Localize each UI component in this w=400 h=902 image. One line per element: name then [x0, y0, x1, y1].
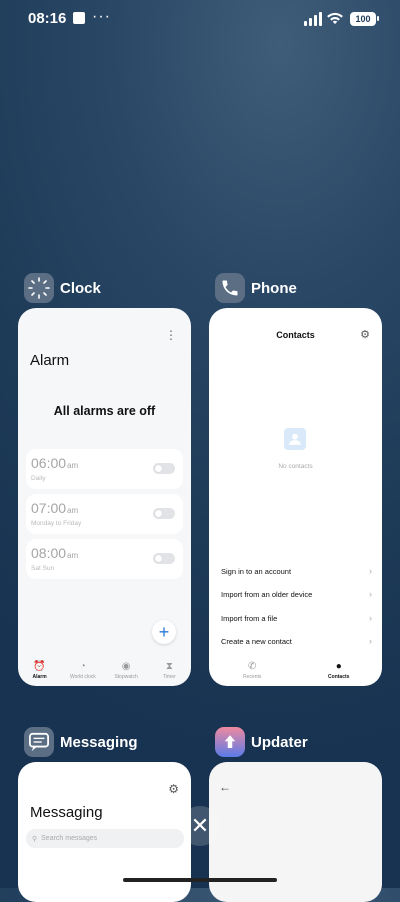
stopwatch-icon: ◉ [121, 661, 131, 672]
phone-app-header[interactable]: Phone [215, 273, 297, 303]
alarms-status-text: All alarms are off [53, 404, 156, 418]
message-icon [24, 727, 54, 757]
alarm-icon: ⏰ [33, 661, 46, 672]
tab-label: Alarm [32, 674, 47, 680]
create-contact-option[interactable]: Create a new contact › [221, 634, 372, 648]
tab-stopwatch[interactable]: ◉ Stopwatch [106, 661, 146, 681]
alarm-repeat: Sat Sun [31, 565, 55, 572]
tab-label: Recents [243, 674, 262, 680]
updater-app-title: Updater [251, 733, 308, 751]
messaging-screen-title: Messaging [30, 804, 103, 821]
import-file-option[interactable]: Import from a file › [221, 611, 372, 625]
search-placeholder: Search messages [41, 835, 98, 842]
add-alarm-button[interactable]: + [152, 620, 176, 644]
tab-timer[interactable]: ⧗ Timer [149, 661, 189, 681]
person-icon: ● [335, 661, 342, 672]
alarm-time: 06:00am [31, 455, 79, 471]
phone-bottom-nav: ✆ Recents ● Contacts [209, 661, 382, 681]
tab-label: Timer [163, 674, 176, 680]
tab-world-clock[interactable]: ◔ World clock [63, 661, 103, 681]
clock-app-card[interactable]: ⋮ Alarm All alarms are off 06:00am Daily… [18, 308, 191, 686]
alarm-toggle[interactable] [153, 553, 175, 564]
tab-contacts[interactable]: ● Contacts [319, 661, 359, 681]
tab-label: World clock [70, 674, 96, 680]
notification-icon [73, 12, 85, 24]
alarm-item[interactable]: 08:00am Sat Sun [26, 539, 183, 579]
world-clock-icon: ◔ [79, 661, 86, 672]
option-label: Create a new contact [221, 636, 292, 646]
updater-app-header[interactable]: Updater [215, 727, 308, 757]
messaging-app-header[interactable]: Messaging [24, 727, 138, 757]
more-notifications-icon: ··· [92, 8, 111, 25]
more-options-icon[interactable]: ⋮ [165, 328, 177, 342]
alarm-toggle[interactable] [153, 463, 175, 474]
clock-app-title: Clock [60, 279, 101, 297]
phone-app-title: Phone [251, 279, 297, 297]
status-time: 08:16 [28, 10, 67, 27]
sign-in-option[interactable]: Sign in to an account › [221, 564, 372, 578]
status-bar: 08:16 ··· 100 [0, 0, 400, 40]
alarm-toggle[interactable] [153, 508, 175, 519]
tab-alarm[interactable]: ⏰ Alarm [20, 661, 60, 681]
alarm-repeat: Daily [31, 475, 46, 482]
battery-icon: 100 [350, 12, 379, 26]
timer-icon: ⧗ [165, 661, 173, 672]
back-arrow-icon[interactable]: ← [219, 780, 231, 794]
alarm-item[interactable]: 06:00am Daily [26, 449, 183, 489]
phone-app-card[interactable]: Contacts ⚙ No contacts Sign in to an acc… [209, 308, 382, 686]
clear-all-button[interactable]: ✕ [180, 806, 220, 846]
clock-app-header[interactable]: Clock [24, 273, 101, 303]
tab-label: Contacts [328, 674, 350, 680]
settings-icon[interactable]: ⚙ [360, 328, 370, 341]
import-older-device-option[interactable]: Import from an older device › [221, 587, 372, 601]
search-icon: ⚲ [32, 835, 38, 843]
clock-icon [24, 273, 54, 303]
chevron-right-icon: › [369, 566, 372, 576]
alarm-screen-title: Alarm [30, 352, 70, 369]
alarm-time: 07:00am [31, 500, 79, 516]
signal-icon [304, 12, 322, 26]
no-contacts-text: No contacts [278, 463, 313, 470]
chevron-right-icon: › [369, 589, 372, 599]
messaging-app-title: Messaging [60, 733, 138, 751]
chevron-right-icon: › [369, 636, 372, 646]
option-label: Sign in to an account [221, 566, 292, 576]
alarm-item[interactable]: 07:00am Monday to Friday [26, 494, 183, 534]
option-label: Import from a file [221, 613, 278, 623]
alarm-time: 08:00am [31, 545, 79, 561]
contacts-title: Contacts [276, 330, 315, 340]
option-label: Import from an older device [221, 589, 313, 599]
tab-label: Stopwatch [114, 674, 138, 680]
phone-icon: ✆ [248, 661, 257, 672]
settings-icon[interactable]: ⚙ [168, 782, 179, 796]
tab-recents[interactable]: ✆ Recents [232, 661, 272, 681]
chevron-right-icon: › [369, 613, 372, 623]
clock-bottom-nav: ⏰ Alarm ◔ World clock ◉ Stopwatch ⧗ Time… [18, 661, 191, 681]
alarm-repeat: Monday to Friday [31, 520, 82, 527]
phone-icon [215, 273, 245, 303]
search-messages-input[interactable]: ⚲ Search messages [26, 829, 184, 848]
contact-placeholder-icon [284, 428, 306, 450]
home-indicator[interactable] [123, 878, 277, 882]
wifi-icon [327, 12, 343, 24]
updater-icon [215, 727, 245, 757]
